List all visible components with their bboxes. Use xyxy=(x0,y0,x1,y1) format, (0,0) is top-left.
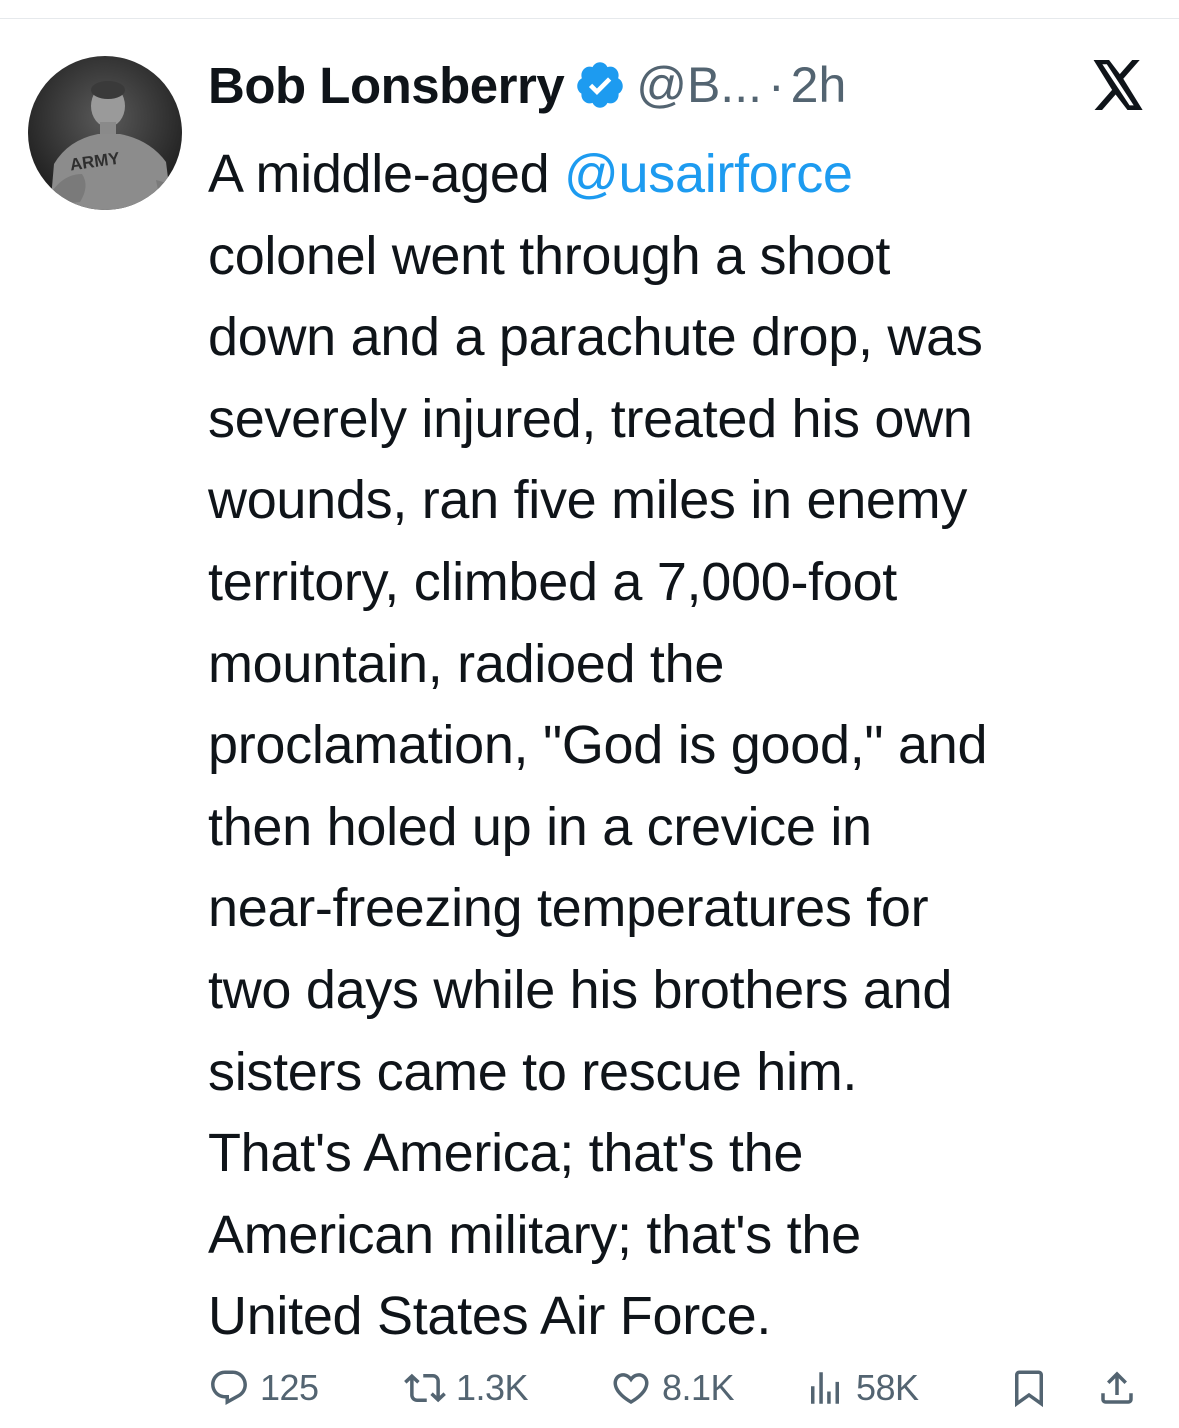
tweet-line: wounds, ran five miles in enemy xyxy=(208,470,968,531)
tweet-line: colonel went through a shoot xyxy=(208,225,891,286)
tweet-line: down and a parachute drop, was xyxy=(208,307,983,368)
bookmark-button[interactable] xyxy=(1008,1366,1050,1410)
tweet-text: A middle-aged @usairforce colonel went t… xyxy=(208,134,1158,1358)
tweet-line-1-prefix: A middle-aged xyxy=(208,144,565,204)
like-count: 8.1K xyxy=(662,1367,735,1408)
author-handle[interactable]: @B... xyxy=(636,56,762,114)
reply-icon xyxy=(211,1370,247,1405)
share-icon xyxy=(1101,1371,1133,1404)
heart-icon xyxy=(613,1373,649,1405)
tweet-line-1: A middle-aged @usairforce xyxy=(208,134,1158,216)
repost-count: 1.3K xyxy=(456,1367,529,1408)
reply-count: 125 xyxy=(260,1367,319,1408)
repost-button[interactable]: 1.3K xyxy=(404,1366,529,1410)
repost-icon xyxy=(404,1373,446,1403)
timestamp[interactable]: 2h xyxy=(791,56,847,114)
avatar[interactable]: ARMY xyxy=(28,56,182,210)
tweet-line: then holed up in a crevice in xyxy=(208,796,872,857)
reply-button[interactable]: 125 xyxy=(208,1366,319,1410)
tweet-line: mountain, radioed the xyxy=(208,633,725,694)
verified-badge-icon xyxy=(574,59,626,111)
tweet-line: two days while his brothers and xyxy=(208,959,953,1020)
views-count: 58K xyxy=(856,1367,919,1408)
views-icon xyxy=(811,1372,839,1404)
separator-dot: · xyxy=(767,57,785,113)
tweet-line: near-freezing temperatures for xyxy=(208,878,929,939)
top-divider xyxy=(0,18,1179,19)
mention-link[interactable]: @usairforce xyxy=(564,144,853,204)
tweet-line: proclamation, "God is good," and xyxy=(208,715,988,776)
share-button[interactable] xyxy=(1096,1366,1138,1410)
views-button[interactable]: 58K xyxy=(804,1366,919,1410)
author-name[interactable]: Bob Lonsberry xyxy=(208,56,565,115)
tweet-line: That's America; that's the xyxy=(208,1123,804,1184)
tweet-line: sisters came to rescue him. xyxy=(208,1041,858,1102)
x-logo-icon[interactable] xyxy=(1090,60,1146,110)
tweet-line: American military; that's the xyxy=(208,1204,861,1265)
bookmark-icon xyxy=(1015,1370,1043,1408)
tweet-line: territory, climbed a 7,000-foot xyxy=(208,551,898,612)
tweet-header: Bob Lonsberry @B... · 2h xyxy=(208,52,846,118)
tweet-line: United States Air Force. xyxy=(208,1286,772,1347)
like-button[interactable]: 8.1K xyxy=(610,1366,735,1410)
action-bar: 125 1.3K 8.1K 58K xyxy=(208,1366,1158,1410)
tweet-line: severely injured, treated his own xyxy=(208,388,973,449)
